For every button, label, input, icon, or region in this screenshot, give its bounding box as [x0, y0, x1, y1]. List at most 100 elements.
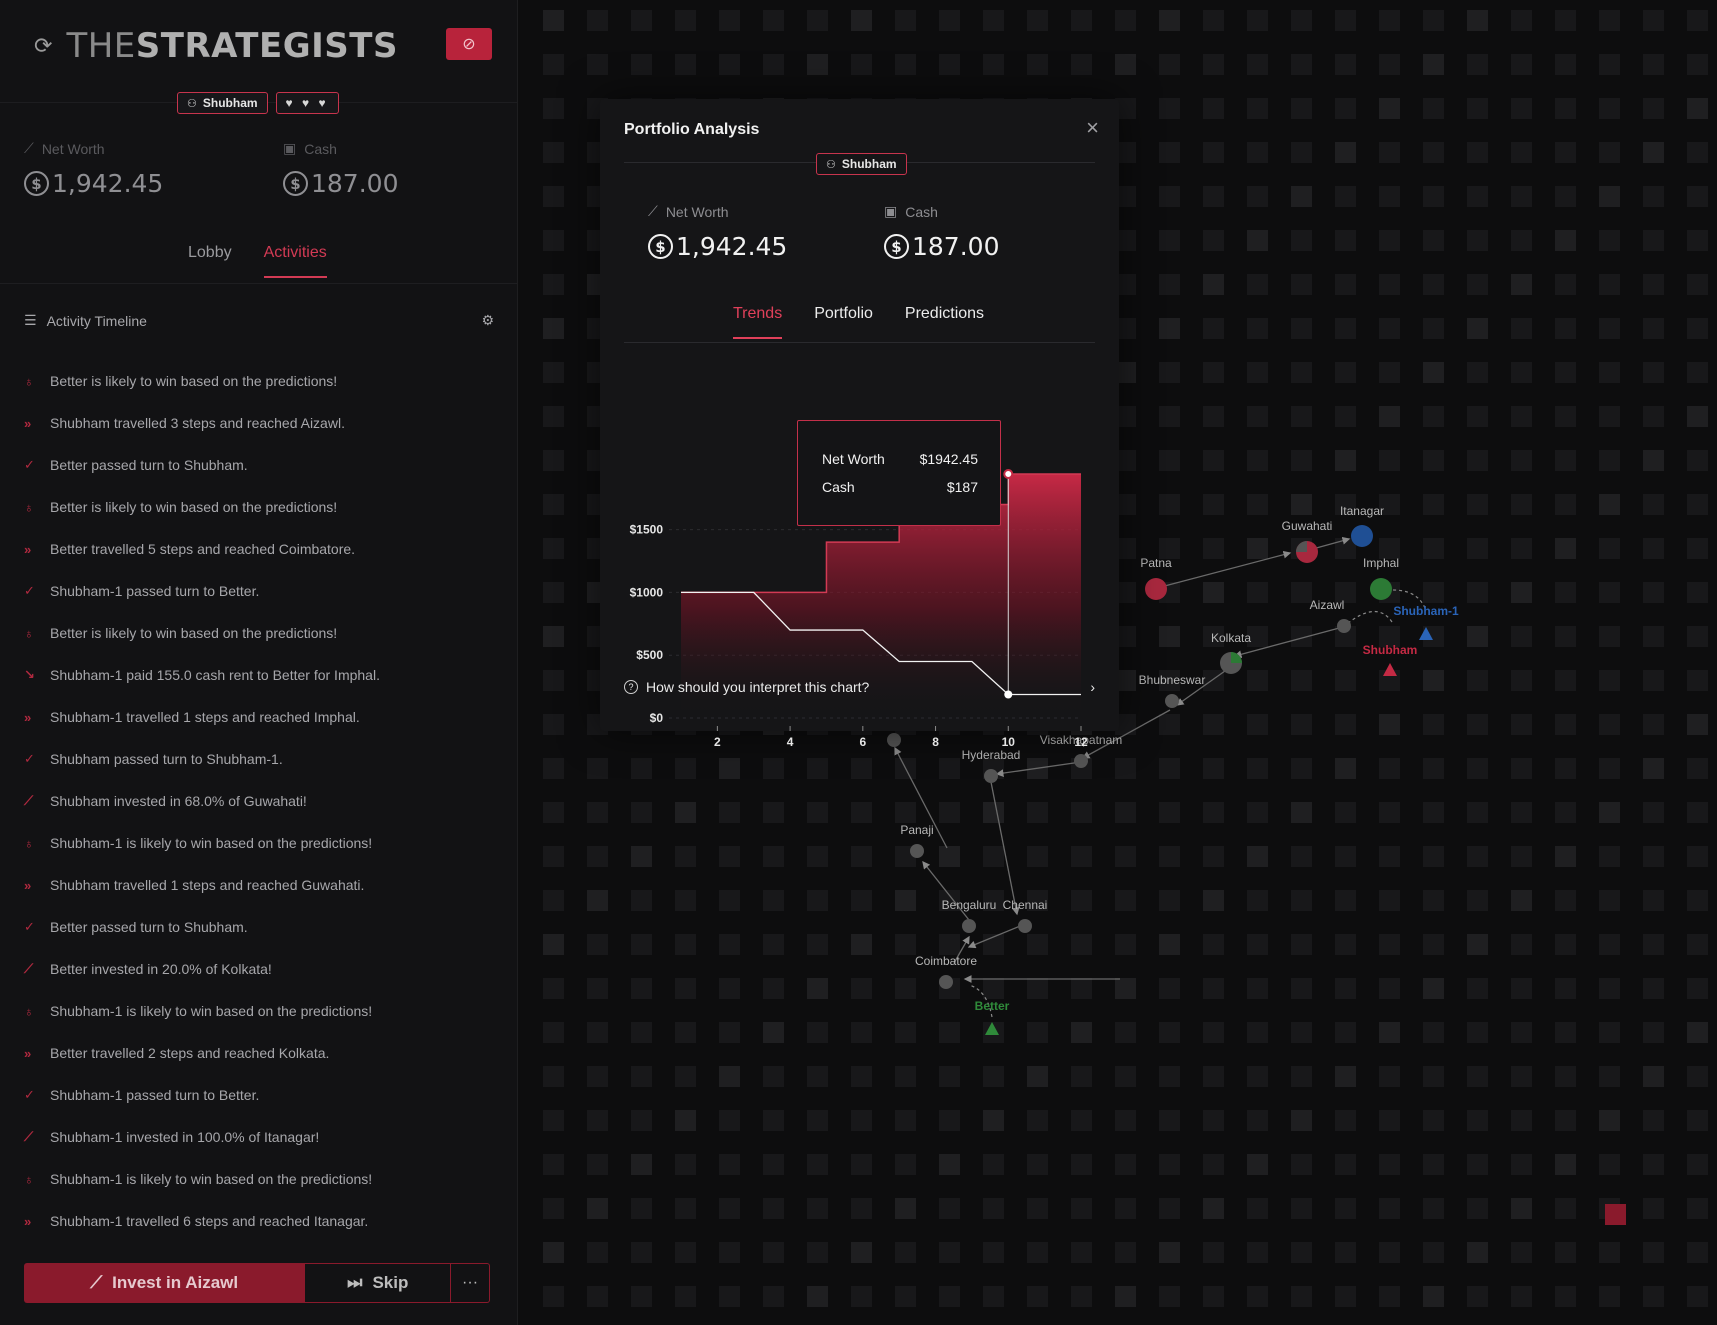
city-panaji[interactable]: [910, 844, 924, 858]
route-line: [995, 761, 1082, 777]
timeline-text: Better is likely to win based on the pre…: [50, 499, 338, 515]
trend-up-icon: ⟋: [24, 961, 34, 976]
lightbulb-icon: ♁: [24, 499, 34, 515]
player-chip: ⚇ Shubham: [177, 92, 268, 114]
timeline-text: Shubham-1 is likely to win based on the …: [50, 1003, 373, 1019]
city-itanagar[interactable]: [1351, 525, 1373, 547]
trends-chart[interactable]: $0 $500 $1000 $1500 2 4 6 8 10 12: [624, 357, 1095, 757]
action-bar: ⟋ Invest in Aizawl ⏭ Skip ···: [24, 1263, 490, 1303]
tooltip-label: Cash: [822, 479, 855, 495]
city-bhubneswar[interactable]: [1165, 694, 1179, 708]
trend-up-icon: ⟋: [24, 793, 34, 808]
modal-title: Portfolio Analysis: [624, 121, 760, 138]
player-token-better: [985, 1022, 999, 1035]
city-chennai[interactable]: [1018, 919, 1032, 933]
timeline-text: Shubham-1 passed turn to Better.: [50, 1087, 260, 1103]
block-icon: ⊘: [462, 36, 476, 53]
interpret-chart-link[interactable]: ? How should you interpret this chart? ›: [624, 679, 1095, 695]
double-chevron-icon: »: [24, 1213, 32, 1229]
net-worth-value: 1,942.45: [52, 169, 164, 198]
dollar-icon: $: [283, 171, 308, 196]
timeline-item: ✓ Better passed turn to Shubham.: [24, 906, 494, 948]
net-worth-value: 1,942.45: [676, 232, 788, 261]
lightbulb-icon: ♁: [24, 835, 34, 851]
city-bengaluru[interactable]: [962, 919, 976, 933]
activity-timeline: ♁ Better is likely to win based on the pr…: [24, 360, 494, 1242]
timeline-item: ⟋ Shubham invested in 68.0% of Guwahati!: [24, 780, 494, 822]
timeline-item: » Shubham travelled 3 steps and reached A…: [24, 402, 494, 444]
y-tick-label: $1500: [630, 523, 664, 537]
sidebar: ⟳ THESTRATEGISTS ⊘ ⚇ Shubham ♥ ♥ ♥ ⟋ Net …: [0, 0, 518, 1325]
more-button[interactable]: ···: [451, 1263, 490, 1303]
x-tick-label: 2: [714, 735, 721, 749]
cash-stat: ▣ Cash $187.00: [283, 140, 398, 198]
timeline-item: ✓ Shubham passed turn to Shubham-1.: [24, 738, 494, 780]
timeline-text: Shubham travelled 1 steps and reached Gu…: [50, 877, 365, 893]
tooltip-label: Net Worth: [822, 451, 885, 467]
timeline-text: Shubham-1 passed turn to Better.: [50, 583, 260, 599]
modal-player-chip: ⚇ Shubham: [816, 153, 907, 175]
player-path: [1346, 610, 1393, 625]
x-tick-label: 4: [787, 735, 794, 749]
timeline-text: Better is likely to win based on the pre…: [50, 625, 338, 641]
skip-icon: ⏭: [347, 1273, 363, 1292]
tooltip-row: Cash $187: [822, 479, 978, 495]
refresh-icon[interactable]: ⟳: [34, 33, 52, 59]
double-chevron-icon: »: [24, 709, 32, 725]
wallet-icon: ▣: [884, 203, 898, 219]
tab-portfolio[interactable]: Portfolio: [814, 305, 873, 339]
close-icon[interactable]: ×: [1086, 115, 1099, 141]
chart-tooltip: Net Worth $1942.45 Cash $187: [797, 420, 1001, 526]
check-icon: ✓: [24, 919, 35, 934]
tab-predictions[interactable]: Predictions: [905, 305, 984, 339]
timeline-text: Better travelled 5 steps and reached Coi…: [50, 541, 356, 557]
user-icon: ⚇: [826, 158, 836, 171]
modal-net-worth-stat: ⟋ Net Worth $1,942.45: [648, 203, 787, 261]
route-line: [1233, 626, 1344, 659]
city-aizawl[interactable]: [1337, 619, 1351, 633]
chevron-right-icon: ›: [1090, 679, 1095, 695]
user-icon: ⚇: [187, 97, 197, 110]
check-icon: ✓: [24, 583, 35, 598]
x-tick-label: 12: [1074, 735, 1088, 749]
route-line: [1156, 550, 1292, 589]
timeline-item: ♁ Better is likely to win based on the pr…: [24, 612, 494, 654]
timeline-item: ↘ Shubham-1 paid 155.0 cash rent to Bette…: [24, 654, 494, 696]
timeline-text: Shubham-1 paid 155.0 cash rent to Better…: [50, 667, 380, 683]
timeline-item: ⟋ Better invested in 20.0% of Kolkata!: [24, 948, 494, 990]
player-name: Shubham: [841, 157, 897, 171]
timeline-text: Shubham-1 is likely to win based on the …: [50, 1171, 373, 1187]
gear-icon[interactable]: ⚙: [481, 312, 494, 329]
skip-button[interactable]: ⏭ Skip: [304, 1263, 452, 1303]
tabs-divider: [624, 342, 1095, 343]
city-hyderabad[interactable]: [984, 769, 998, 783]
invest-button[interactable]: ⟋ Invest in Aizawl: [24, 1263, 305, 1303]
modal-tabs: Trends Portfolio Predictions: [733, 305, 984, 339]
city-label: Bhubneswar: [1139, 673, 1206, 687]
city-patna[interactable]: [1145, 578, 1167, 600]
timeline-text: Better passed turn to Shubham.: [50, 457, 248, 473]
timeline-item: ♁ Better is likely to win based on the pr…: [24, 360, 494, 402]
city-imphal[interactable]: [1370, 578, 1392, 600]
dollar-icon: $: [884, 234, 909, 259]
trend-up-icon: ⟋: [24, 1129, 34, 1144]
disconnect-button[interactable]: ⊘: [446, 28, 492, 60]
invest-label: Invest in Aizawl: [112, 1273, 239, 1292]
timeline-item: » Shubham travelled 1 steps and reached G…: [24, 864, 494, 906]
lightbulb-icon: ♁: [24, 373, 34, 389]
city-coimbatore[interactable]: [939, 975, 953, 989]
tab-lobby[interactable]: Lobby: [188, 244, 232, 278]
city-label: Aizawl: [1310, 598, 1345, 612]
tab-activities[interactable]: Activities: [263, 244, 327, 278]
logo-bold: STRATEGISTS: [135, 26, 398, 66]
y-tick-label: $0: [650, 711, 664, 725]
timeline-text: Better passed turn to Shubham.: [50, 919, 248, 935]
double-chevron-icon: »: [24, 541, 32, 557]
check-icon: ✓: [24, 1087, 35, 1102]
tooltip-value: $187: [946, 479, 978, 495]
tab-trends[interactable]: Trends: [733, 305, 783, 339]
player-token-shubham-1: [1419, 627, 1433, 640]
city-label: Itanagar: [1340, 504, 1384, 518]
player-chip: ⚇ Shubham: [816, 153, 907, 175]
dollar-icon: $: [648, 234, 673, 259]
